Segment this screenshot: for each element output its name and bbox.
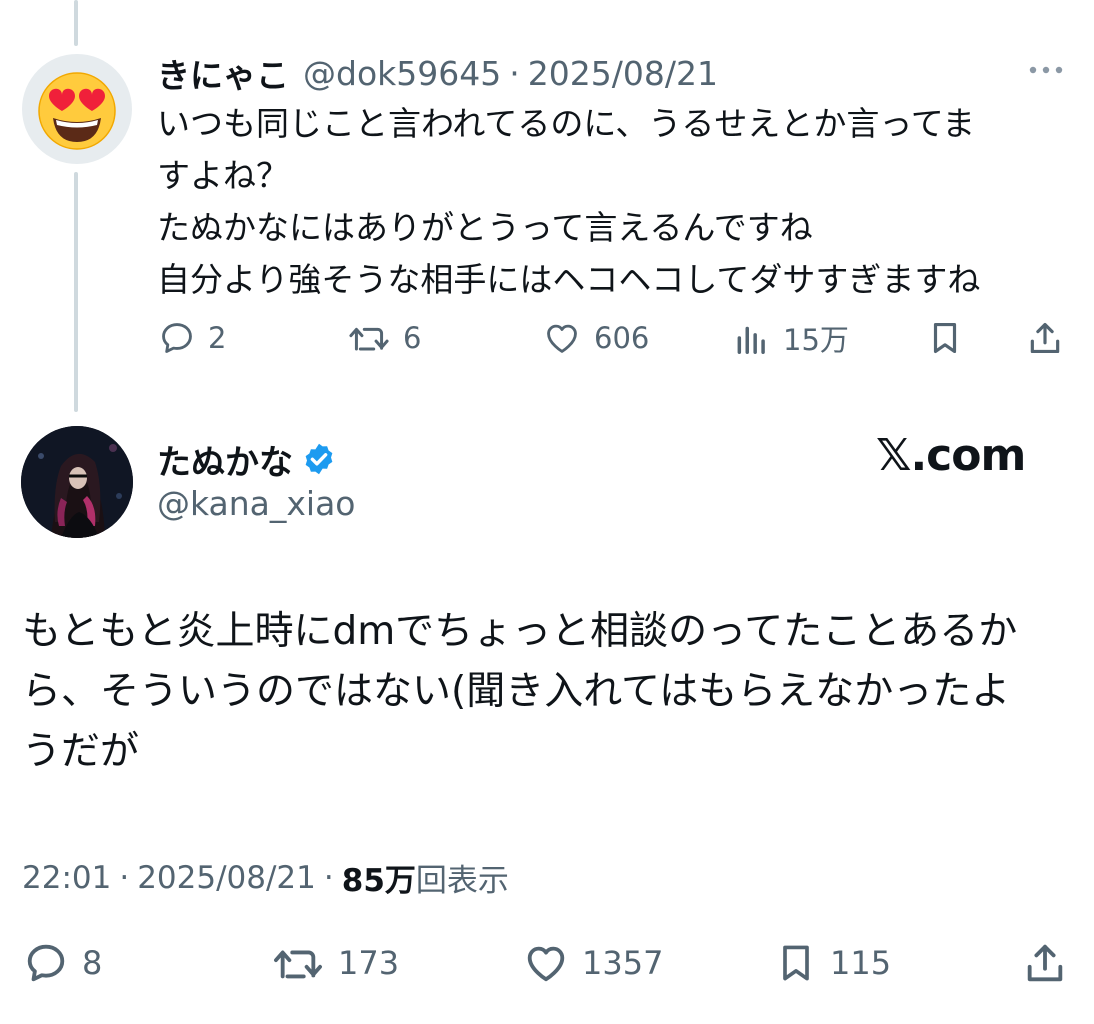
comment-icon xyxy=(27,944,65,982)
main-comment-count: 8 xyxy=(82,944,103,982)
bookmark-icon xyxy=(783,945,809,981)
main-text-line: ら、そういうのではない(聞き入れてはもらえなかったよ xyxy=(22,669,1011,714)
reply-avatar[interactable] xyxy=(22,54,132,164)
main-text: もともと炎上時にdmでちょっと相談のってたことあるか ら、そういうのではない(聞… xyxy=(22,602,1082,782)
reply-header: きにゃこ @dok59645 · 2025/08/21 xyxy=(157,50,718,96)
main-views-count: 85万 xyxy=(341,863,416,899)
more-options-button[interactable] xyxy=(1026,60,1066,80)
main-bookmark-button[interactable]: 115 xyxy=(774,940,891,986)
reply-text-line: 自分より強そうな相手にはヘコヘコしてダサすぎますね xyxy=(157,260,981,299)
main-date[interactable]: 2025/08/21 xyxy=(137,860,316,896)
retweet-icon xyxy=(274,950,322,979)
main-retweet-count: 173 xyxy=(338,944,400,982)
main-avatar[interactable] xyxy=(21,426,133,538)
main-text-line: うだが xyxy=(22,729,140,774)
reply-text: いつも同じこと言われてるのに、うるせえとか言ってま すよね？ たぬかなにはありが… xyxy=(157,98,1067,306)
main-time[interactable]: 22:01 xyxy=(22,860,111,896)
meta-separator: · xyxy=(323,859,334,896)
more-dots-icon xyxy=(1029,66,1063,74)
reply-retweet-button[interactable]: 6 xyxy=(347,318,421,358)
reply-text-line: すよね？ xyxy=(157,156,289,195)
thread-line-top xyxy=(74,0,78,46)
main-text-line: もともと炎上時にdmでちょっと相談のってたことあるか xyxy=(22,609,1018,654)
reply-date[interactable]: 2025/08/21 xyxy=(528,54,718,93)
reply-text-line: たぬかなにはありがとうって言えるんですね xyxy=(157,208,813,247)
reply-separator: · xyxy=(509,53,520,93)
thread-line-connector xyxy=(74,172,78,412)
reply-handle[interactable]: @dok59645 xyxy=(303,54,501,93)
main-share-button[interactable] xyxy=(1022,940,1068,986)
analytics-bars-icon xyxy=(737,326,765,354)
reply-comment-button[interactable]: 2 xyxy=(158,318,226,358)
main-like-button[interactable]: 1357 xyxy=(522,940,663,986)
verified-badge-icon xyxy=(305,443,333,475)
main-display-name[interactable]: たぬかな xyxy=(157,435,293,484)
main-retweet-button[interactable]: 173 xyxy=(270,940,399,986)
reply-views-button[interactable]: 15万 xyxy=(733,318,849,358)
reply-retweet-count: 6 xyxy=(403,321,422,355)
x-com-watermark: 𝕏.com xyxy=(876,430,1026,481)
share-icon xyxy=(1030,322,1060,354)
main-like-count: 1357 xyxy=(582,944,664,982)
main-views-label: 回表示 xyxy=(415,863,509,899)
main-handle[interactable]: @kana_xiao xyxy=(157,484,356,523)
main-bookmark-count: 115 xyxy=(830,944,892,982)
profile-photo xyxy=(21,426,133,538)
main-meta: 22:01 · 2025/08/21 · 85万 回表示 xyxy=(22,855,509,900)
comment-icon xyxy=(162,323,192,353)
reply-share-button[interactable] xyxy=(1026,318,1064,358)
meta-separator: · xyxy=(119,859,130,896)
main-comment-button[interactable]: 8 xyxy=(22,940,102,986)
reply-views-count: 15万 xyxy=(783,323,849,357)
heart-icon xyxy=(527,946,565,982)
share-icon xyxy=(1027,944,1063,982)
reply-like-count: 606 xyxy=(594,321,650,355)
reply-comment-count: 2 xyxy=(208,321,227,355)
main-name-row: たぬかな xyxy=(157,435,337,484)
reply-text-line: いつも同じこと言われてるのに、うるせえとか言ってま xyxy=(157,104,976,143)
reply-display-name[interactable]: きにゃこ xyxy=(157,49,289,97)
retweet-icon xyxy=(349,327,389,351)
reply-bookmark-button[interactable] xyxy=(926,318,964,358)
heart-icon xyxy=(547,324,577,353)
bookmark-icon xyxy=(933,322,957,354)
heart-eyes-emoji-icon xyxy=(38,72,116,150)
reply-like-button[interactable]: 606 xyxy=(542,318,649,358)
